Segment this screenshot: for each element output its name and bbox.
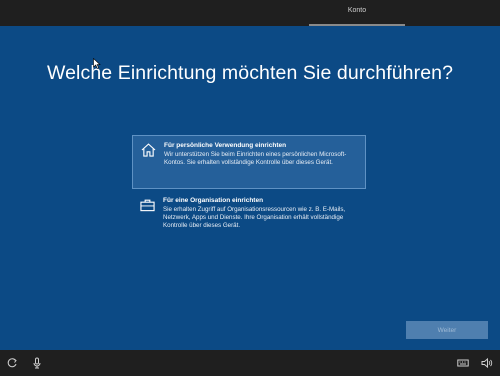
setup-panel: Welche Einrichtung möchten Sie durchführ…: [0, 26, 500, 350]
next-button[interactable]: Weiter: [406, 321, 488, 339]
ease-of-access-icon[interactable]: [6, 357, 18, 369]
keyboard-icon[interactable]: [457, 357, 469, 369]
volume-icon[interactable]: [481, 357, 493, 369]
microphone-icon[interactable]: [31, 357, 43, 369]
briefcase-icon: [140, 199, 155, 212]
option-organization-description: Sie erhalten Zugriff auf Organisationsre…: [163, 206, 346, 229]
bottom-bar: [0, 350, 500, 376]
mouse-cursor-icon: [93, 58, 101, 69]
option-organization[interactable]: Für eine Organisation einrichten Sie erh…: [132, 191, 366, 239]
home-icon: [141, 143, 156, 157]
option-personal-description: Wir unterstützen Sie beim Einrichten ein…: [164, 151, 347, 166]
option-personal-title: Für persönliche Verwendung einrichten: [164, 142, 287, 149]
option-personal-use[interactable]: Für persönliche Verwendung einrichten Wi…: [132, 135, 366, 189]
option-organization-title: Für eine Organisation einrichten: [163, 197, 264, 204]
page-title: Welche Einrichtung möchten Sie durchführ…: [46, 62, 454, 84]
tab-konto: Konto: [309, 0, 405, 26]
top-bar: Konto: [0, 0, 500, 26]
